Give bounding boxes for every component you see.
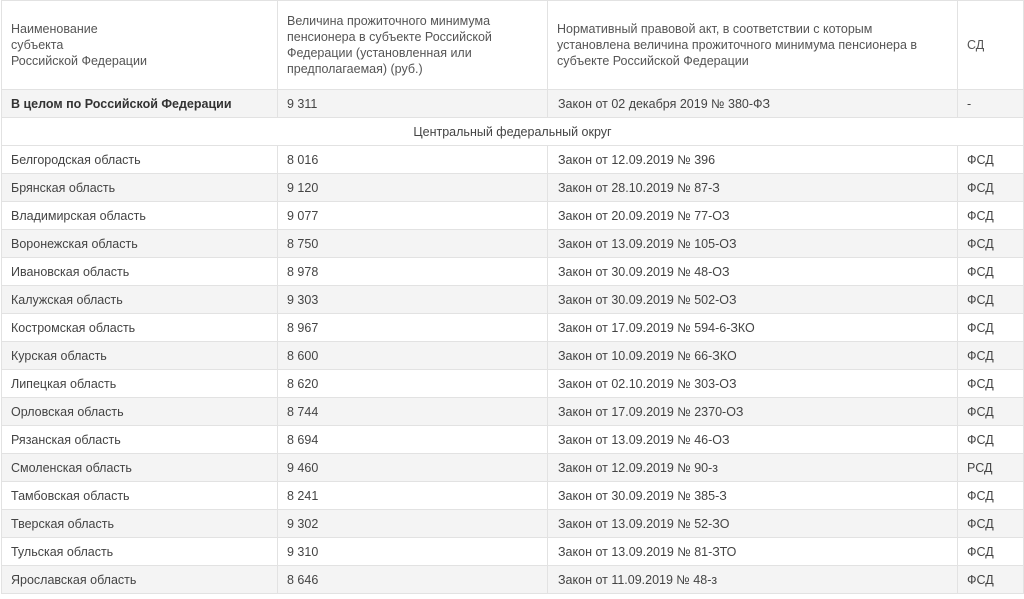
legal-act: Закон от 30.09.2019 № 385-З [547,481,958,510]
region-name: Калужская область [1,285,278,314]
minimum-value: 9 460 [277,453,548,482]
legal-act: Закон от 12.09.2019 № 396 [547,145,958,174]
legal-act: Закон от 10.09.2019 № 66-ЗКО [547,341,958,370]
legal-act: Закон от 13.09.2019 № 52-ЗО [547,509,958,538]
region-name: Костромская область [1,313,278,342]
sd-value: ФСД [957,257,1024,286]
header-sd: СД [957,0,1024,90]
minimum-value: 9 310 [277,537,548,566]
region-name: Ивановская область [1,257,278,286]
legal-act: Закон от 28.10.2019 № 87-З [547,173,958,202]
region-name: Ярославская область [1,565,278,594]
minimum-value: 8 978 [277,257,548,286]
region-name: Курская область [1,341,278,370]
total-name: В целом по Российской Федерации [1,89,278,118]
legal-act: Закон от 17.09.2019 № 594-6-ЗКО [547,313,958,342]
total-value: 9 311 [277,89,548,118]
table-row: Орловская область 8 744 Закон от 17.09.201… [1,397,1024,426]
table-row: Тверская область 9 302 Закон от 13.09.2019… [1,509,1024,538]
sd-value: ФСД [957,537,1024,566]
sd-value: ФСД [957,341,1024,370]
region-name: Воронежская область [1,229,278,258]
minimum-value: 8 750 [277,229,548,258]
minimum-value: 8 646 [277,565,548,594]
region-name: Липецкая область [1,369,278,398]
table-row: Тульская область 9 310 Закон от 13.09.2019… [1,537,1024,566]
section-title: Центральный федеральный округ [1,117,1024,146]
region-name: Тамбовская область [1,481,278,510]
legal-act: Закон от 13.09.2019 № 81-ЗТО [547,537,958,566]
region-name: Тверская область [1,509,278,538]
legal-act: Закон от 13.09.2019 № 46-ОЗ [547,425,958,454]
legal-act: Закон от 11.09.2019 № 48-з [547,565,958,594]
legal-act: Закон от 02.10.2019 № 303-ОЗ [547,369,958,398]
table-row: Ивановская область 8 978 Закон от 30.09.20… [1,257,1024,286]
table-row: Липецкая область 8 620 Закон от 02.10.2019… [1,369,1024,398]
minimum-value: 8 967 [277,313,548,342]
header-minimum-value: Величина прожиточного минимума пенсионер… [277,0,548,90]
sd-value: ФСД [957,173,1024,202]
minimum-value: 8 620 [277,369,548,398]
sd-value: ФСД [957,565,1024,594]
table-row: Ярославская область 8 646 Закон от 11.09.2… [1,565,1024,594]
total-sd: - [957,89,1024,118]
sd-value: ФСД [957,425,1024,454]
table-row: Владимирская область 9 077 Закон от 20.09.… [1,201,1024,230]
legal-act: Закон от 30.09.2019 № 502-ОЗ [547,285,958,314]
legal-act: Закон от 30.09.2019 № 48-ОЗ [547,257,958,286]
minimum-value: 8 694 [277,425,548,454]
legal-act: Закон от 17.09.2019 № 2370-ОЗ [547,397,958,426]
minimum-value: 8 016 [277,145,548,174]
sd-value: ФСД [957,509,1024,538]
region-name: Белгородская область [1,145,278,174]
sd-value: РСД [957,453,1024,482]
sd-value: ФСД [957,285,1024,314]
region-name: Смоленская область [1,453,278,482]
table-row: Белгородская область 8 016 Закон от 12.09.… [1,145,1024,174]
sd-value: ФСД [957,481,1024,510]
minimum-value: 8 600 [277,341,548,370]
region-name: Орловская область [1,397,278,426]
minimum-value: 8 744 [277,397,548,426]
table-body: Наименование субъекта Российской Федерац… [1,0,1024,594]
minimum-value: 8 241 [277,481,548,510]
region-name: Тульская область [1,537,278,566]
legal-act: Закон от 12.09.2019 № 90-з [547,453,958,482]
table-row: Курская область 8 600 Закон от 10.09.2019 … [1,341,1024,370]
sd-value: ФСД [957,313,1024,342]
total-row: В целом по Российской Федерации 9 311 За… [1,89,1024,118]
legal-act: Закон от 20.09.2019 № 77-ОЗ [547,201,958,230]
table-row: Калужская область 9 303 Закон от 30.09.201… [1,285,1024,314]
region-name: Владимирская область [1,201,278,230]
sd-value: ФСД [957,145,1024,174]
minimum-value: 9 303 [277,285,548,314]
table-row: Рязанская область 8 694 Закон от 13.09.201… [1,425,1024,454]
total-law: Закон от 02 декабря 2019 № 380-ФЗ [547,89,958,118]
table-row: Костромская область 8 967 Закон от 17.09.2… [1,313,1024,342]
sd-value: ФСД [957,369,1024,398]
region-name: Рязанская область [1,425,278,454]
table-row: Смоленская область 9 460 Закон от 12.09.20… [1,453,1024,482]
header-region-name: Наименование субъекта Российской Федерац… [1,0,278,90]
header-legal-act: Нормативный правовой акт, в соответствии… [547,0,958,90]
minimum-value: 9 302 [277,509,548,538]
sd-value: ФСД [957,397,1024,426]
table-row: Брянская область 9 120 Закон от 28.10.2019… [1,173,1024,202]
minimum-value: 9 077 [277,201,548,230]
legal-act: Закон от 13.09.2019 № 105-ОЗ [547,229,958,258]
section-row: Центральный федеральный округ [1,117,1024,146]
sd-value: ФСД [957,201,1024,230]
table-row: Тамбовская область 8 241 Закон от 30.09.20… [1,481,1024,510]
table-row: Воронежская область 8 750 Закон от 13.09.2… [1,229,1024,258]
minimum-value: 9 120 [277,173,548,202]
sd-value: ФСД [957,229,1024,258]
table-header-row: Наименование субъекта Российской Федерац… [1,0,1024,90]
pension-minimum-table: Наименование субъекта Российской Федерац… [1,0,1024,594]
region-name: Брянская область [1,173,278,202]
